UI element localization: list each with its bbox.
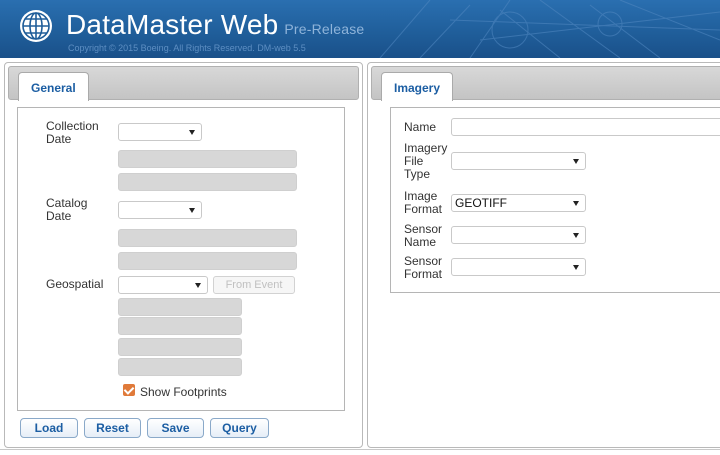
catalog-date-start-field [118, 229, 297, 247]
chevron-down-icon [573, 159, 579, 164]
general-tabbar: General [8, 66, 359, 101]
imagery-file-type-label: Imagery File Type [404, 141, 448, 181]
save-button[interactable]: Save [147, 418, 204, 438]
release-tag: Pre-Release [284, 21, 365, 37]
sensor-format-label: Sensor Format [404, 254, 443, 281]
app-header: DataMaster Web Pre-Release Copyright © 20… [0, 0, 720, 58]
general-form: Collection Date Catalog Date Geospatial … [17, 107, 345, 411]
header-decoration [379, 0, 720, 58]
image-format-select[interactable]: GEOTIFF [451, 194, 586, 212]
geospatial-field-4 [118, 358, 242, 376]
chevron-down-icon [573, 265, 579, 270]
copyright-text: Copyright © 2015 Boeing. All Rights Rese… [68, 43, 306, 53]
collection-date-select[interactable] [118, 123, 202, 141]
geospatial-label: Geospatial [46, 277, 104, 291]
geospatial-field-2 [118, 317, 242, 335]
chevron-down-icon [189, 208, 195, 213]
query-button[interactable]: Query [210, 418, 269, 438]
from-event-button[interactable]: From Event [213, 276, 295, 294]
catalog-date-label: Catalog Date [46, 196, 88, 223]
geospatial-select[interactable] [118, 276, 208, 294]
bottom-divider [0, 449, 720, 450]
chevron-down-icon [573, 201, 579, 206]
imagery-panel: Imagery Name Imagery File Type Image For… [367, 62, 720, 448]
collection-date-label: Collection Date [46, 119, 99, 146]
chevron-down-icon [573, 233, 579, 238]
geospatial-field-1 [118, 298, 242, 316]
name-label: Name [404, 120, 437, 134]
sensor-name-label: Sensor Name [404, 222, 443, 249]
imagery-tabbar: Imagery [371, 66, 720, 101]
sensor-format-select[interactable] [451, 258, 586, 276]
chevron-down-icon [195, 283, 201, 288]
show-footprints-checkbox[interactable] [123, 384, 135, 396]
imagery-form: Name Imagery File Type Image Format GEOT… [390, 107, 720, 293]
chevron-down-icon [189, 130, 195, 135]
name-input[interactable] [451, 118, 720, 136]
globe-icon [20, 10, 52, 42]
tab-imagery[interactable]: Imagery [381, 72, 454, 101]
catalog-date-end-field [118, 252, 297, 270]
collection-date-start-field [118, 150, 297, 168]
sensor-name-select[interactable] [451, 226, 586, 244]
load-button[interactable]: Load [20, 418, 78, 438]
collection-date-end-field [118, 173, 297, 191]
reset-button[interactable]: Reset [84, 418, 141, 438]
app-title: DataMaster Web Pre-Release [66, 9, 365, 40]
catalog-date-select[interactable] [118, 201, 202, 219]
imagery-file-type-select[interactable] [451, 152, 586, 170]
image-format-label: Image Format [404, 189, 443, 216]
show-footprints-label: Show Footprints [140, 385, 227, 399]
tab-general[interactable]: General [18, 72, 89, 101]
general-panel: General Collection Date Catalog Date Geo… [4, 62, 363, 448]
geospatial-field-3 [118, 338, 242, 356]
